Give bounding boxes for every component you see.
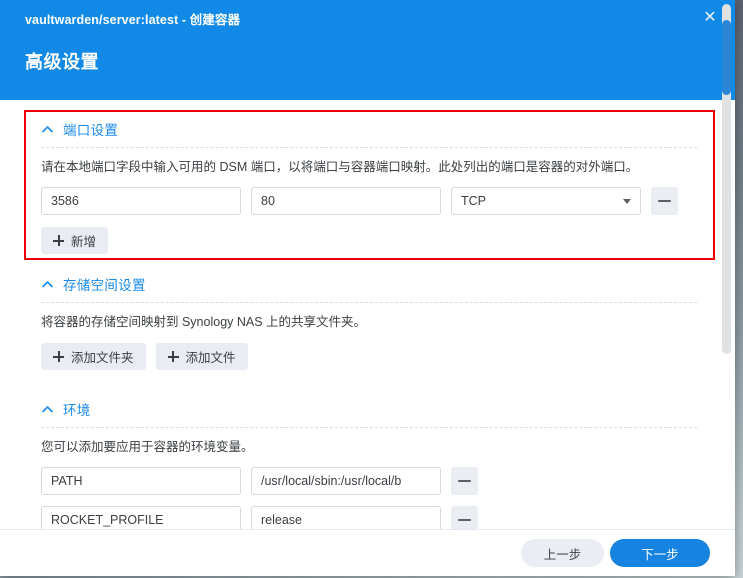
page-title: 高级设置	[25, 52, 99, 72]
protocol-select-value[interactable]: TCP	[451, 187, 641, 215]
dialog-title: vaultwarden/server:latest - 创建容器	[25, 13, 241, 27]
environment-variable-value-input[interactable]	[251, 506, 441, 530]
dialog-titlebar: vaultwarden/server:latest - 创建容器 ✕ 高级设置	[0, 0, 735, 100]
add-folder-label: 添加文件夹	[71, 351, 134, 365]
environment-variable-value-input[interactable]	[251, 467, 441, 495]
port-settings-description: 请在本地端口字段中输入可用的 DSM 端口，以将端口与容器端口映射。此处列出的端…	[41, 160, 639, 174]
container-port-input[interactable]	[251, 187, 441, 215]
environment-row	[41, 506, 697, 530]
environment-row	[41, 467, 697, 495]
add-file-label: 添加文件	[185, 351, 236, 365]
environment-header[interactable]: 环境	[41, 398, 697, 420]
add-port-label: 新增	[71, 235, 97, 249]
add-port-button[interactable]: 新增	[41, 227, 109, 254]
environment-variable-name-input[interactable]	[41, 467, 241, 495]
chevron-up-icon	[41, 278, 54, 291]
environment-title: 环境	[63, 403, 91, 418]
storage-settings-title: 存储空间设置	[63, 278, 146, 293]
storage-settings-divider	[41, 302, 697, 303]
dialog-scroll-area[interactable]: 端口设置 请在本地端口字段中输入可用的 DSM 端口，以将端口与容器端口映射。此…	[0, 100, 735, 530]
section-port-settings: 端口设置 请在本地端口字段中输入可用的 DSM 端口，以将端口与容器端口映射。此…	[41, 118, 697, 254]
storage-settings-description: 将容器的存储空间映射到 Synology NAS 上的共享文件夹。	[41, 315, 367, 329]
create-container-dialog: vaultwarden/server:latest - 创建容器 ✕ 高级设置 …	[0, 0, 735, 576]
port-settings-divider	[41, 147, 697, 148]
port-mapping-row: TCP	[41, 187, 697, 215]
remove-environment-row-button[interactable]	[451, 506, 478, 530]
plus-icon	[53, 351, 64, 362]
port-actions: 新增	[41, 227, 697, 254]
plus-icon	[167, 351, 179, 362]
port-settings-header[interactable]: 端口设置	[41, 118, 697, 140]
remove-port-row-button[interactable]	[651, 187, 678, 215]
previous-step-button[interactable]: 上一步	[521, 539, 604, 567]
chevron-up-icon	[41, 403, 54, 416]
scrollbar-thumb[interactable]	[722, 20, 731, 95]
local-port-input[interactable]	[41, 187, 241, 215]
desktop-background: vaultwarden/server:latest - 创建容器 ✕ 高级设置 …	[0, 0, 743, 578]
section-storage-settings: 存储空间设置 将容器的存储空间映射到 Synology NAS 上的共享文件夹。…	[41, 273, 697, 370]
protocol-select[interactable]: TCP	[451, 187, 641, 215]
environment-description: 您可以添加要应用于容器的环境变量。	[41, 440, 254, 454]
storage-settings-header[interactable]: 存储空间设置	[41, 273, 697, 295]
environment-divider	[41, 427, 697, 428]
close-icon[interactable]: ✕	[696, 6, 724, 30]
storage-actions: 添加文件夹 添加文件	[41, 343, 697, 370]
remove-environment-row-button[interactable]	[451, 467, 478, 495]
environment-variable-name-input[interactable]	[41, 506, 241, 530]
chevron-up-icon	[41, 123, 54, 136]
dialog-footer: 上一步 下一步	[0, 529, 735, 576]
add-folder-button[interactable]: 添加文件夹	[41, 343, 146, 370]
port-settings-title: 端口设置	[63, 123, 119, 138]
add-file-button[interactable]: 添加文件	[155, 343, 248, 370]
plus-icon	[53, 235, 64, 246]
section-environment: 环境 您可以添加要应用于容器的环境变量。	[41, 398, 697, 530]
next-step-button[interactable]: 下一步	[610, 539, 710, 567]
